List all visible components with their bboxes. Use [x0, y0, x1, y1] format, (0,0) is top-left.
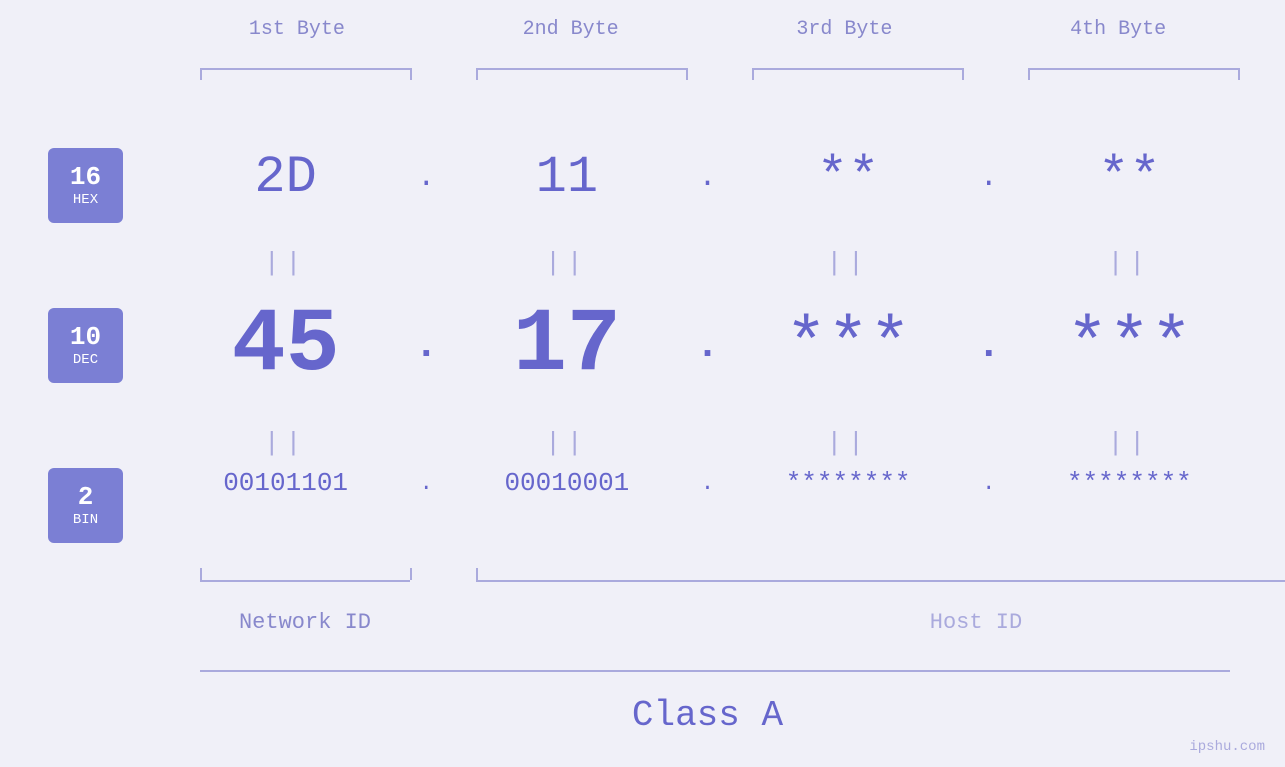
corner-tl-4	[1028, 68, 1030, 80]
bin-badge-label: BIN	[73, 512, 98, 528]
hex-b4: **	[1004, 148, 1255, 207]
col-header-1: 1st Byte	[160, 18, 434, 41]
corner-tr-3	[962, 68, 964, 80]
bracket-top-1	[200, 68, 410, 70]
corner-bl-1	[200, 568, 202, 580]
hex-dot-1: .	[411, 161, 441, 195]
dec-row: 45 . 17 . *** . ***	[160, 295, 1255, 397]
class-a-label: Class A	[160, 695, 1255, 736]
hex-b1: 2D	[160, 148, 411, 207]
bin-dot-2: .	[693, 471, 723, 496]
hex-row: 2D . 11 . ** . **	[160, 148, 1255, 207]
hex-dot-2: .	[693, 161, 723, 195]
bin-b2: 00010001	[441, 468, 692, 498]
dec-dot-1: .	[411, 324, 441, 369]
dec-dot-3: .	[974, 324, 1004, 369]
eq-2-b4: ||	[1004, 428, 1255, 458]
eq-2-b2: ||	[441, 428, 692, 458]
host-id-label: Host ID	[476, 610, 1285, 635]
dec-b1: 45	[160, 295, 411, 397]
dec-badge-label: DEC	[73, 352, 98, 368]
bin-b1: 00101101	[160, 468, 411, 498]
hex-badge-label: HEX	[73, 192, 98, 208]
dec-dot-2: .	[693, 324, 723, 369]
bin-b4: ********	[1004, 468, 1255, 498]
bin-b3: ********	[723, 468, 974, 498]
main-container: 1st Byte 2nd Byte 3rd Byte 4th Byte 16 H…	[0, 0, 1285, 767]
corner-tr-4	[1238, 68, 1240, 80]
class-bracket	[200, 670, 1230, 672]
bracket-top-4	[1028, 68, 1238, 70]
eq-1-b4: ||	[1004, 248, 1255, 278]
eq-1-b3: ||	[723, 248, 974, 278]
dec-b4: ***	[1004, 307, 1255, 386]
corner-tr-1	[410, 68, 412, 80]
bracket-top-3	[752, 68, 962, 70]
bracket-top-2	[476, 68, 686, 70]
watermark: ipshu.com	[1189, 739, 1265, 755]
hex-dot-3: .	[974, 161, 1004, 195]
bin-row: 00101101 . 00010001 . ******** . *******…	[160, 468, 1255, 498]
bin-dot-1: .	[411, 471, 441, 496]
col-header-4: 4th Byte	[981, 18, 1255, 41]
col-header-2: 2nd Byte	[434, 18, 708, 41]
corner-tr-2	[686, 68, 688, 80]
col-header-3: 3rd Byte	[708, 18, 982, 41]
eq-1-b2: ||	[441, 248, 692, 278]
eq-row-1: || || || ||	[160, 248, 1255, 278]
dec-badge-number: 10	[70, 323, 101, 352]
bin-badge: 2 BIN	[48, 468, 123, 543]
eq-row-2: || || || ||	[160, 428, 1255, 458]
hex-badge-number: 16	[70, 163, 101, 192]
corner-tl-1	[200, 68, 202, 80]
eq-2-b3: ||	[723, 428, 974, 458]
bin-badge-number: 2	[78, 483, 94, 512]
hex-b2: 11	[441, 148, 692, 207]
hex-b3: **	[723, 148, 974, 207]
corner-tl-2	[476, 68, 478, 80]
bottom-bracket-2	[476, 580, 1285, 582]
hex-badge: 16 HEX	[48, 148, 123, 223]
dec-badge: 10 DEC	[48, 308, 123, 383]
column-headers: 1st Byte 2nd Byte 3rd Byte 4th Byte	[160, 18, 1255, 41]
corner-br-1	[410, 568, 412, 580]
eq-1-b1: ||	[160, 248, 411, 278]
bin-dot-3: .	[974, 471, 1004, 496]
network-id-label: Network ID	[200, 610, 410, 635]
corner-tl-3	[752, 68, 754, 80]
dec-b2: 17	[441, 295, 692, 397]
dec-b3: ***	[723, 307, 974, 386]
eq-2-b1: ||	[160, 428, 411, 458]
bottom-bracket-1	[200, 580, 410, 582]
corner-bl-2	[476, 568, 478, 580]
